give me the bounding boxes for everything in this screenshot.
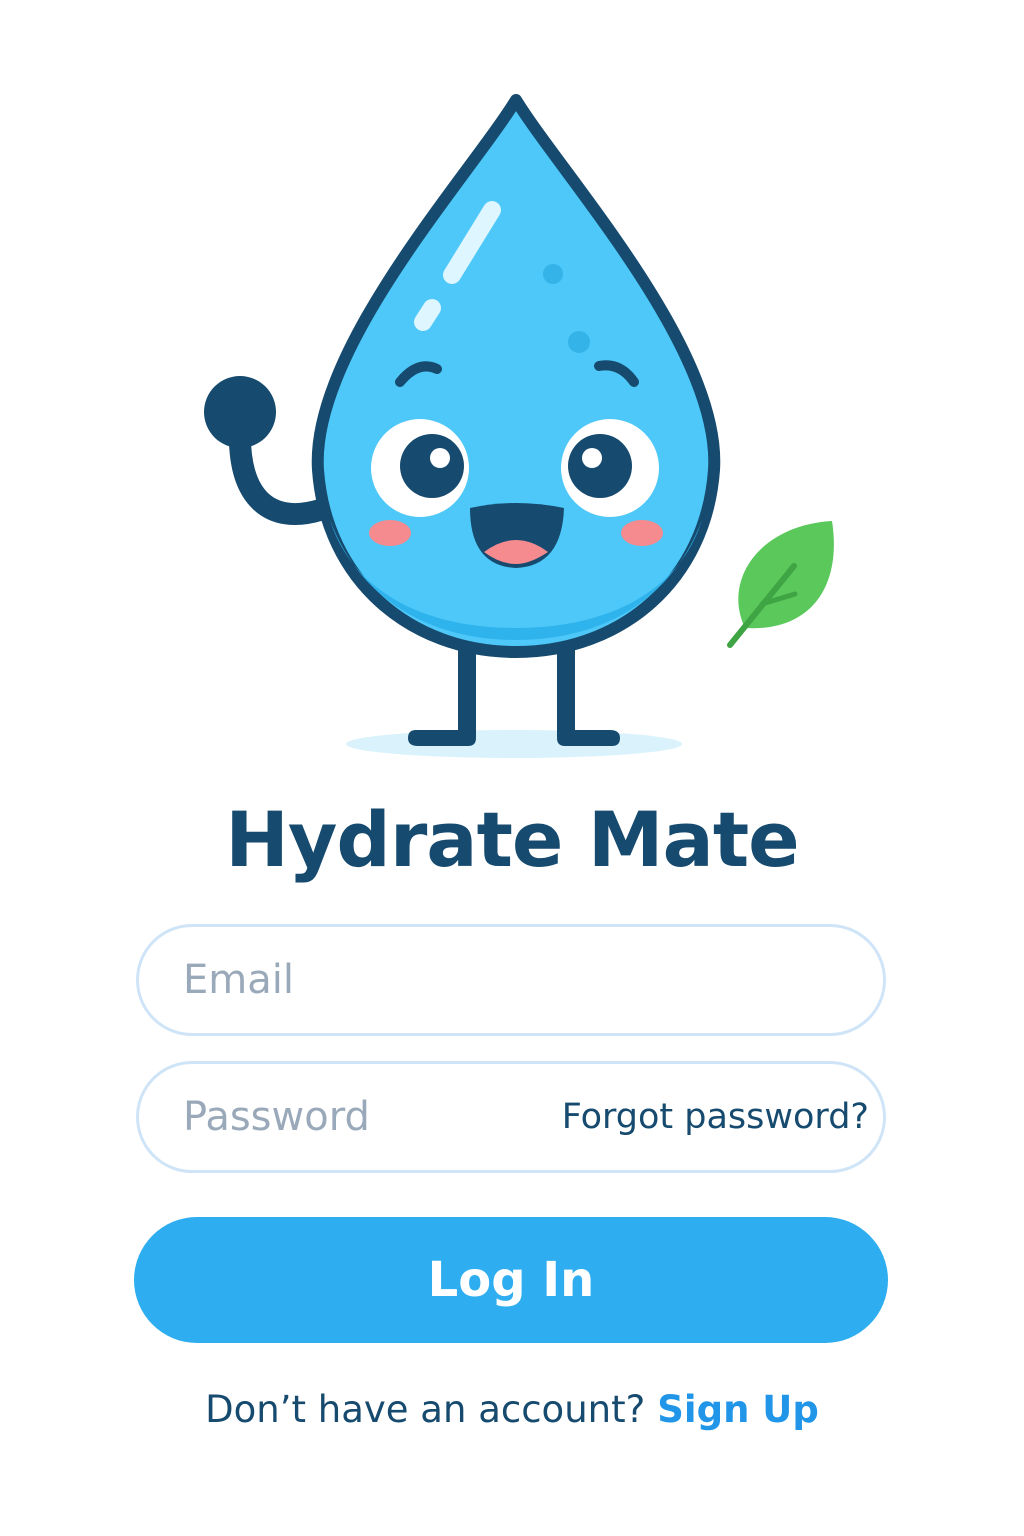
- login-button[interactable]: Log In: [134, 1217, 888, 1343]
- leaf-icon: [727, 521, 834, 648]
- mascot-illustration: [204, 94, 834, 758]
- signup-row: Don’t have an account? Sign Up: [0, 1380, 1024, 1440]
- app-title: Hydrate Mate: [225, 795, 799, 884]
- email-input[interactable]: [183, 927, 843, 1033]
- forgot-password-link[interactable]: Forgot password?: [562, 1064, 869, 1170]
- signup-prompt: Don’t have an account?: [205, 1388, 646, 1431]
- ground-shadow: [346, 730, 682, 758]
- password-input[interactable]: [183, 1064, 543, 1170]
- signup-link[interactable]: Sign Up: [657, 1388, 819, 1431]
- email-field[interactable]: [136, 924, 886, 1036]
- waving-arm: [204, 376, 331, 525]
- password-field[interactable]: Forgot password?: [136, 1061, 886, 1173]
- water-drop-mascot-icon: [311, 94, 721, 658]
